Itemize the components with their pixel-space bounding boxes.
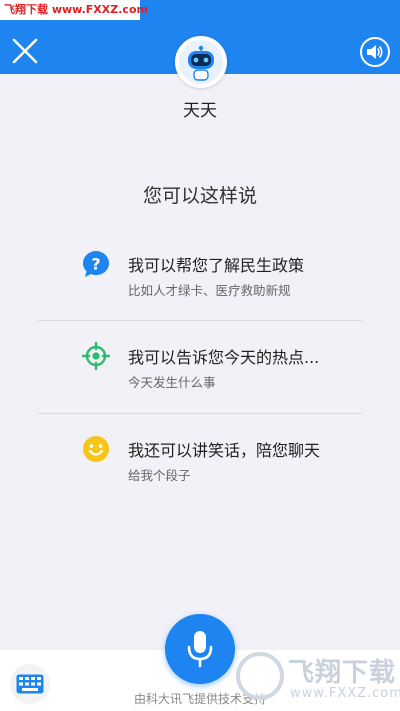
suggestion-subtitle: 比如人才绿卡、医疗救助新规 bbox=[128, 283, 291, 298]
target-icon bbox=[82, 342, 110, 370]
divider bbox=[38, 320, 362, 321]
suggestion-chat[interactable]: 我还可以讲笑话，陪您聊天 给我个段子 bbox=[82, 435, 372, 485]
suggestion-title: 我可以帮您了解民生政策 bbox=[128, 256, 305, 275]
suggestion-hot-topics[interactable]: 我可以告诉您今天的热点... 今天发生什么事 bbox=[82, 342, 372, 392]
robot-icon bbox=[179, 40, 223, 84]
bot-name: 天天 bbox=[183, 101, 217, 121]
suggestion-policy[interactable]: ? 我可以帮您了解民生政策 比如人才绿卡、医疗救助新规 bbox=[82, 250, 372, 300]
divider bbox=[38, 413, 362, 414]
suggestion-title: 我还可以讲笑话，陪您聊天 bbox=[128, 441, 321, 460]
close-icon bbox=[12, 38, 38, 64]
speaker-icon bbox=[367, 45, 383, 59]
watermark-circle-icon bbox=[236, 652, 284, 700]
prompt-title: 您可以这样说 bbox=[142, 185, 257, 207]
smiley-icon bbox=[82, 435, 110, 463]
watermark-title: 飞翔下载 bbox=[288, 658, 397, 688]
suggestion-subtitle: 给我个段子 bbox=[128, 468, 191, 483]
close-button[interactable] bbox=[8, 34, 42, 68]
microphone-icon bbox=[187, 631, 213, 668]
watermark-logo: 飞翔下载 www.FXXZ.com bbox=[236, 646, 400, 708]
watermark-text: 飞翔下载 www.FXXZ.com bbox=[0, 0, 148, 20]
watermark-url: www.FXXZ.com bbox=[290, 686, 400, 701]
svg-text:?: ? bbox=[91, 255, 100, 274]
speaker-button[interactable] bbox=[360, 37, 390, 67]
question-bubble-icon: ? bbox=[82, 250, 110, 278]
bot-avatar bbox=[175, 36, 227, 88]
suggestion-title: 我可以告诉您今天的热点... bbox=[128, 348, 320, 367]
microphone-button[interactable] bbox=[165, 614, 235, 684]
suggestion-subtitle: 今天发生什么事 bbox=[128, 375, 216, 390]
